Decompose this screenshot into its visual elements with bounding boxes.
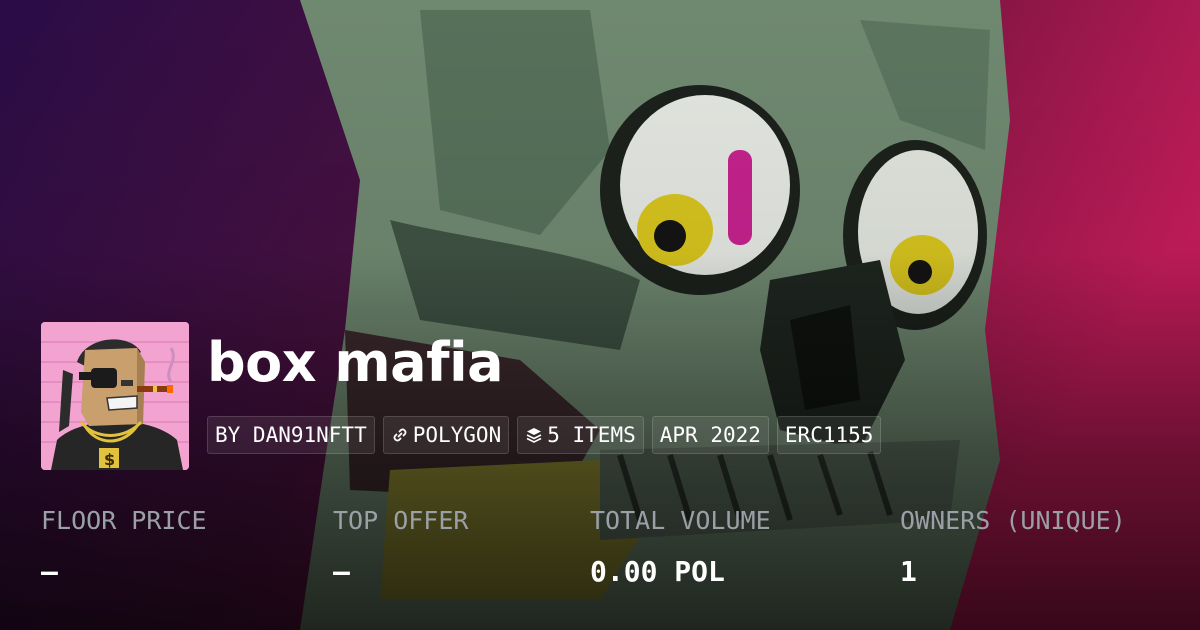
items-pill[interactable]: 5 ITEMS [517, 416, 644, 454]
stat-label: TOP OFFER [333, 506, 469, 535]
stat-value: – [333, 555, 350, 588]
svg-text:$: $ [104, 450, 115, 469]
date-pill: APR 2022 [651, 416, 769, 454]
items-label: 5 ITEMS [547, 423, 636, 447]
stat-owners-unique: OWNERS (UNIQUE) 1 [900, 505, 1126, 589]
creator-pill[interactable]: BY DAN91NFTT [207, 416, 375, 454]
collection-avatar[interactable]: $ [41, 322, 189, 470]
stat-value: – [41, 555, 58, 588]
standard-label: ERC1155 [784, 423, 874, 447]
chain-label: POLYGON [412, 423, 502, 447]
stat-value: 1 [900, 555, 917, 588]
stat-value: 0.00 POL [590, 555, 725, 588]
collection-title: box mafia [207, 331, 504, 394]
chain-pill[interactable]: POLYGON [382, 416, 510, 454]
date-label: APR 2022 [659, 423, 761, 447]
standard-pill: ERC1155 [776, 416, 882, 454]
stat-total-volume: TOTAL VOLUME 0.00 POL [590, 505, 771, 589]
polygon-link-icon [391, 426, 409, 444]
stat-floor-price: FLOOR PRICE – [41, 505, 207, 589]
stat-top-offer: TOP OFFER – [333, 505, 468, 589]
stat-label: OWNERS (UNIQUE) [900, 506, 1126, 535]
creator-label: BY DAN91NFTT [215, 423, 367, 447]
stat-label: FLOOR PRICE [41, 506, 207, 535]
box-mafia-character-image: $ [41, 322, 189, 470]
layers-icon [525, 426, 543, 444]
stat-label: TOTAL VOLUME [590, 506, 771, 535]
collection-meta-pills: BY DAN91NFTT POLYGON 5 ITEMS APR 2022 ER… [207, 416, 882, 454]
